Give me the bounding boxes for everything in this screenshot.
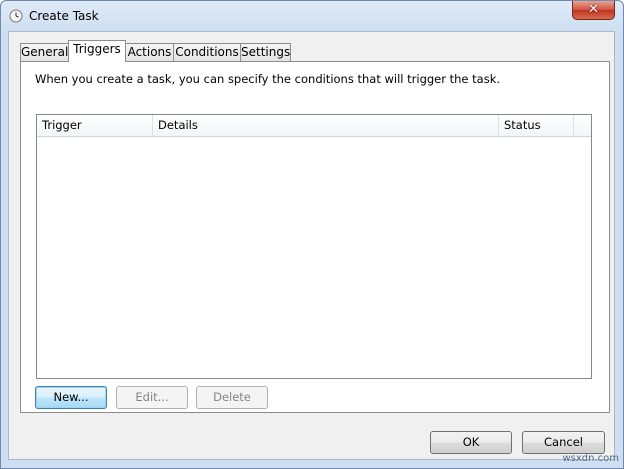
delete-trigger-button[interactable]: Delete [196, 386, 268, 409]
column-trigger-label: Trigger [42, 118, 82, 132]
column-details-label: Details [158, 118, 198, 132]
tab-conditions-label: Conditions [175, 45, 239, 59]
new-button-label: New... [53, 390, 89, 404]
create-task-window: Create Task ✕ General Triggers Actions C… [0, 0, 624, 469]
edit-trigger-button[interactable]: Edit... [116, 386, 188, 409]
triggers-panel: When you create a task, you can specify … [20, 61, 610, 413]
edit-button-label: Edit... [135, 390, 169, 404]
tab-general[interactable]: General [20, 43, 69, 61]
list-header: Trigger Details Status [37, 115, 591, 137]
tab-triggers[interactable]: Triggers [68, 40, 126, 62]
dialog-client: General Triggers Actions Conditions Sett… [8, 31, 615, 460]
new-trigger-button[interactable]: New... [35, 386, 107, 409]
column-header-trigger[interactable]: Trigger [37, 115, 153, 136]
column-header-details[interactable]: Details [153, 115, 499, 136]
ok-button[interactable]: OK [430, 431, 512, 454]
triggers-description: When you create a task, you can specify … [35, 72, 501, 86]
cancel-button-label: Cancel [544, 435, 583, 449]
tab-actions-label: Actions [127, 45, 172, 59]
close-button[interactable]: ✕ [572, 1, 615, 20]
cancel-button[interactable]: Cancel [522, 431, 605, 454]
tab-settings-label: Settings [241, 45, 291, 59]
delete-button-label: Delete [213, 390, 251, 404]
tab-actions[interactable]: Actions [125, 43, 174, 61]
window-title: Create Task [29, 9, 99, 23]
watermark: wsxdn.com [562, 453, 619, 464]
tab-conditions[interactable]: Conditions [173, 43, 241, 61]
title-bar[interactable]: Create Task ✕ [1, 1, 623, 31]
tab-triggers-label: Triggers [73, 42, 121, 56]
tab-general-label: General [21, 45, 69, 59]
clock-icon [9, 9, 23, 23]
column-status-label: Status [504, 118, 541, 132]
triggers-list[interactable]: Trigger Details Status [36, 114, 592, 379]
tab-settings[interactable]: Settings [240, 43, 291, 61]
close-icon: ✕ [588, 2, 599, 17]
ok-button-label: OK [462, 435, 480, 449]
column-header-status[interactable]: Status [499, 115, 574, 136]
